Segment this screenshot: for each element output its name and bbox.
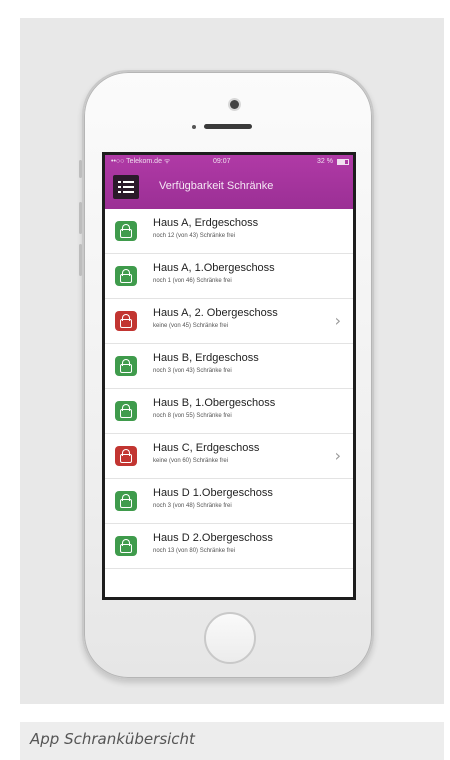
list-item[interactable]: Haus D 1.Obergeschoss noch 3 (von 48) Sch… [105,479,353,524]
home-button[interactable] [204,612,256,664]
floor-list: Haus A, Erdgeschoss noch 12 (von 43) Schr… [105,209,353,569]
mute-switch [79,160,82,178]
status-bar: ••○○ Telekom.de ᯤ 09:07 32 % [105,155,353,169]
list-item[interactable]: Haus A, Erdgeschoss noch 12 (von 43) Schr… [105,209,353,254]
volume-down-button [79,244,82,276]
lock-icon [115,221,137,241]
menu-list-button[interactable] [113,175,139,199]
list-item-title: Haus B, 1.Obergeschoss [153,397,276,409]
chevron-right-icon[interactable]: › [335,311,341,330]
list-item[interactable]: Haus A, 1.Obergeschoss noch 1 (von 46) Sc… [105,254,353,299]
lock-icon [115,266,137,286]
lock-icon [115,491,137,511]
carrier-label: ••○○ Telekom.de ᯤ [111,158,171,165]
app-screen: ••○○ Telekom.de ᯤ 09:07 32 % Verfügbarke… [102,152,356,600]
list-item-title: Haus A, Erdgeschoss [153,217,259,229]
battery-icon [337,159,349,165]
app-header: ••○○ Telekom.de ᯤ 09:07 32 % Verfügbarke… [105,155,353,209]
list-item-subtitle: noch 3 (von 43) Schränke frei [153,368,232,374]
list-item-title: Haus A, 1.Obergeschoss [153,262,275,274]
proximity-sensor [192,125,196,129]
list-item[interactable]: Haus A, 2. Obergeschoss keine (von 45) Sc… [105,299,353,344]
list-item-title: Haus B, Erdgeschoss [153,352,259,364]
chevron-right-icon[interactable]: › [335,446,341,465]
front-camera [230,100,239,109]
list-item-subtitle: noch 3 (von 48) Schränke frei [153,503,232,509]
list-item-title: Haus A, 2. Obergeschoss [153,307,278,319]
list-item-subtitle: noch 13 (von 80) Schränke frei [153,548,236,554]
list-item-subtitle: keine (von 45) Schränke frei [153,323,229,329]
list-item-subtitle: noch 8 (von 55) Schränke frei [153,413,232,419]
lock-icon [115,536,137,556]
list-item-subtitle: noch 12 (von 43) Schränke frei [153,233,236,239]
volume-up-button [79,202,82,234]
lock-icon [115,356,137,376]
lock-icon [115,311,137,331]
lock-icon [115,401,137,421]
phone-frame: ••○○ Telekom.de ᯤ 09:07 32 % Verfügbarke… [79,70,374,680]
clock: 09:07 [213,158,231,165]
list-item-subtitle: keine (von 60) Schränke frei [153,458,229,464]
earpiece-speaker [204,124,252,129]
list-item-subtitle: noch 1 (von 46) Schränke frei [153,278,232,284]
battery-percent: 32 % [317,158,333,165]
list-item-title: Haus C, Erdgeschoss [153,442,260,454]
list-item[interactable]: Haus C, Erdgeschoss keine (von 60) Schrän… [105,434,353,479]
list-item-title: Haus D 2.Obergeschoss [153,532,273,544]
list-item[interactable]: Haus B, 1.Obergeschoss noch 8 (von 55) Sc… [105,389,353,434]
lock-icon [115,446,137,466]
nav-bar: Verfügbarkeit Schränke [105,169,353,209]
page-title: Verfügbarkeit Schränke [159,180,274,192]
list-item-title: Haus D 1.Obergeschoss [153,487,273,499]
list-item[interactable]: Haus B, Erdgeschoss noch 3 (von 43) Schrä… [105,344,353,389]
image-caption: App Schrankübersicht [20,722,444,760]
list-item[interactable]: Haus D 2.Obergeschoss noch 13 (von 80) Sc… [105,524,353,569]
